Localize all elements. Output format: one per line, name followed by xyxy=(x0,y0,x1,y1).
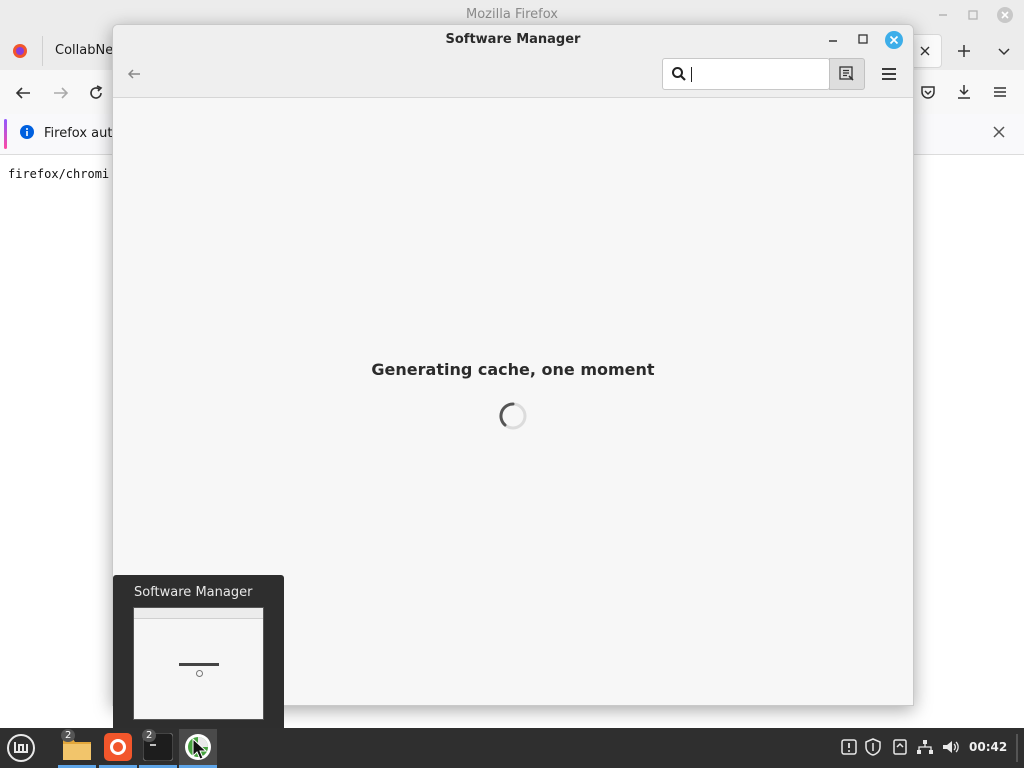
clipboard-icon[interactable] xyxy=(892,739,908,755)
clock[interactable]: 00:42 xyxy=(969,740,1007,754)
mouse-cursor-icon xyxy=(192,738,208,760)
menu-icon[interactable] xyxy=(880,66,898,82)
pocket-icon[interactable] xyxy=(919,83,937,101)
firefox-window-title: Mozilla Firefox xyxy=(466,7,558,22)
volume-icon[interactable] xyxy=(942,739,960,755)
sm-close-button[interactable] xyxy=(884,30,904,50)
info-icon xyxy=(20,125,34,139)
update-manager-icon[interactable] xyxy=(841,739,857,755)
firefox-maximize-button[interactable] xyxy=(966,8,980,22)
notification-close-icon[interactable] xyxy=(991,124,1007,140)
search-input[interactable] xyxy=(688,63,822,87)
tab-close-icon[interactable] xyxy=(918,44,932,58)
back-icon[interactable] xyxy=(14,84,32,102)
preview-thumbnail[interactable] xyxy=(133,607,264,720)
firefox-tab-label: CollabNe xyxy=(55,43,114,58)
reload-icon[interactable] xyxy=(87,84,105,102)
thumb-message xyxy=(179,663,219,666)
sm-maximize-button[interactable] xyxy=(856,32,870,46)
sm-window-title: Software Manager xyxy=(445,32,581,47)
network-icon[interactable] xyxy=(916,739,934,755)
firefox-minimize-button[interactable] xyxy=(936,8,950,22)
show-desktop-button[interactable] xyxy=(1014,732,1020,764)
firefox-taskbar-icon xyxy=(104,733,132,761)
page-content-text: firefox/chromi xyxy=(8,167,110,181)
sm-minimize-button[interactable] xyxy=(826,33,840,47)
new-tab-icon[interactable] xyxy=(956,43,972,59)
filter-icon xyxy=(839,66,855,82)
text-cursor xyxy=(691,67,692,82)
forward-icon[interactable] xyxy=(52,84,70,102)
search-icon xyxy=(671,66,687,82)
preview-title: Software Manager xyxy=(134,585,253,600)
downloads-icon[interactable] xyxy=(955,83,973,101)
notification-accent xyxy=(4,119,7,149)
tab-list-icon[interactable] xyxy=(996,43,1012,59)
firefox-menu-icon[interactable] xyxy=(991,83,1009,101)
mint-menu-icon[interactable] xyxy=(6,733,36,763)
firefox-close-button[interactable] xyxy=(996,6,1014,24)
shield-icon[interactable] xyxy=(865,738,881,756)
status-message: Generating cache, one moment xyxy=(371,360,655,379)
notification-text: Firefox auto xyxy=(44,126,121,141)
thumb-spinner xyxy=(196,670,203,677)
spinner-icon xyxy=(497,400,529,432)
sm-back-icon[interactable] xyxy=(126,66,142,82)
thumb-header xyxy=(134,608,263,619)
